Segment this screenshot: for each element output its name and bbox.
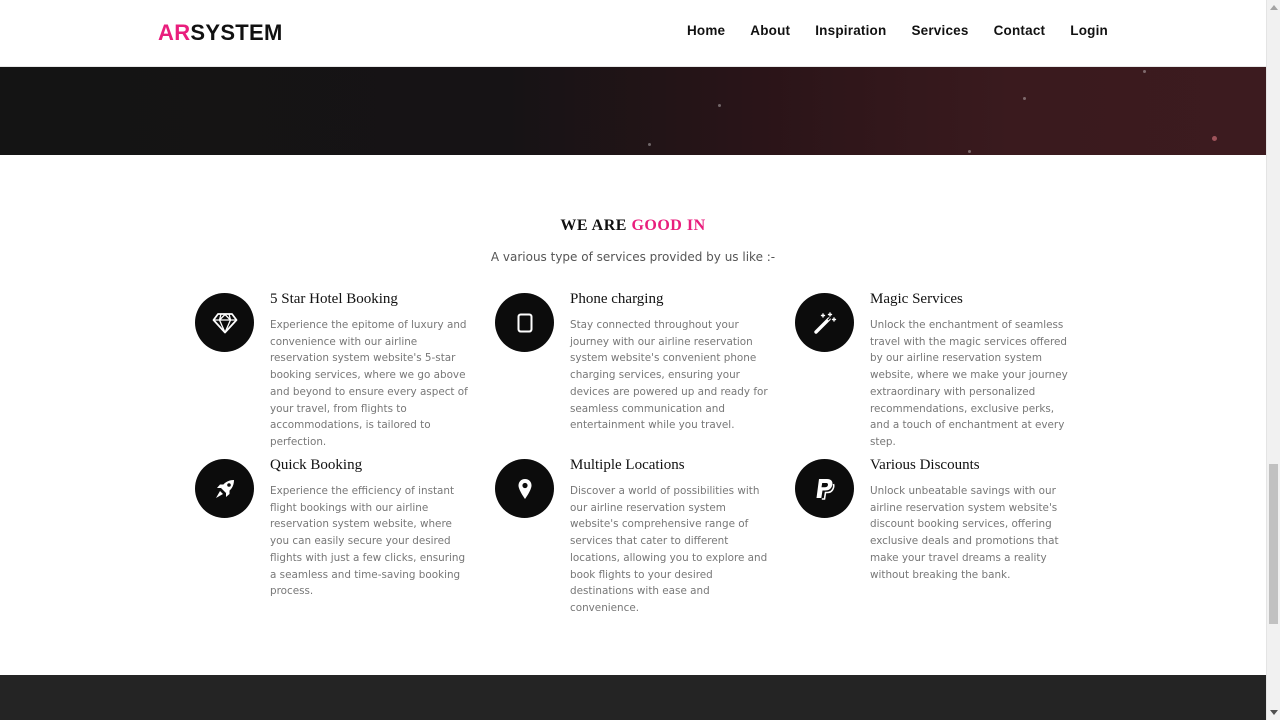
section-title-accent: GOOD IN bbox=[631, 217, 706, 235]
service-description: Unlock the enchantment of seamless trave… bbox=[870, 319, 1068, 448]
service-title: Multiple Locations bbox=[570, 457, 685, 473]
services-section: WE ARE GOOD IN A various type of service… bbox=[0, 155, 1266, 675]
section-title: WE ARE GOOD IN bbox=[0, 217, 1266, 235]
nav-contact-link[interactable]: Contact bbox=[994, 23, 1046, 38]
brand-prefix: AR bbox=[158, 20, 191, 45]
service-title: Various Discounts bbox=[870, 457, 980, 473]
service-title: 5 Star Hotel Booking bbox=[270, 291, 398, 307]
brand-suffix: SYSTEM bbox=[190, 20, 283, 45]
nav-menu: Home About Inspiration Services Contact … bbox=[662, 23, 1108, 38]
service-description: Stay connected throughout your journey w… bbox=[570, 319, 768, 432]
tablet-icon bbox=[495, 293, 554, 352]
diamond-icon bbox=[195, 293, 254, 352]
magic-wand-icon bbox=[795, 293, 854, 352]
vertical-scrollbar[interactable] bbox=[1266, 0, 1280, 720]
service-description: Unlock unbeatable savings with our airli… bbox=[870, 485, 1059, 581]
page: ARSYSTEM Home About Inspiration Services… bbox=[0, 0, 1266, 720]
section-title-plain: WE ARE bbox=[560, 217, 627, 235]
scrollbar-thumb[interactable] bbox=[1269, 464, 1278, 624]
star-dot bbox=[718, 104, 721, 107]
nav-about-link[interactable]: About bbox=[750, 23, 790, 38]
service-description: Experience the efficiency of instant fli… bbox=[270, 485, 466, 598]
brand-logo[interactable]: ARSYSTEM bbox=[158, 20, 283, 46]
nav-home-link[interactable]: Home bbox=[687, 23, 725, 38]
scroll-up-arrow-icon[interactable] bbox=[1270, 5, 1278, 10]
section-subtitle: A various type of services provided by u… bbox=[490, 250, 776, 264]
service-description: Experience the epitome of luxury and con… bbox=[270, 319, 468, 448]
star-dot bbox=[648, 143, 651, 146]
hero-banner-strip bbox=[0, 67, 1266, 155]
star-dot bbox=[1212, 136, 1217, 141]
navbar: ARSYSTEM Home About Inspiration Services… bbox=[0, 0, 1266, 67]
scroll-down-arrow-icon[interactable] bbox=[1270, 710, 1278, 715]
map-marker-icon bbox=[495, 459, 554, 518]
service-title: Phone charging bbox=[570, 291, 664, 307]
footer bbox=[0, 675, 1266, 720]
service-description: Discover a world of possibilities with o… bbox=[570, 485, 768, 614]
service-title: Magic Services bbox=[870, 291, 963, 307]
nav-inspiration-link[interactable]: Inspiration bbox=[815, 23, 886, 38]
paypal-icon bbox=[795, 459, 854, 518]
star-dot bbox=[1023, 97, 1026, 100]
star-dot bbox=[1143, 70, 1146, 73]
rocket-icon bbox=[195, 459, 254, 518]
nav-login-link[interactable]: Login bbox=[1070, 23, 1108, 38]
star-dot bbox=[968, 150, 971, 153]
nav-services-link[interactable]: Services bbox=[911, 23, 968, 38]
service-title: Quick Booking bbox=[270, 457, 363, 473]
